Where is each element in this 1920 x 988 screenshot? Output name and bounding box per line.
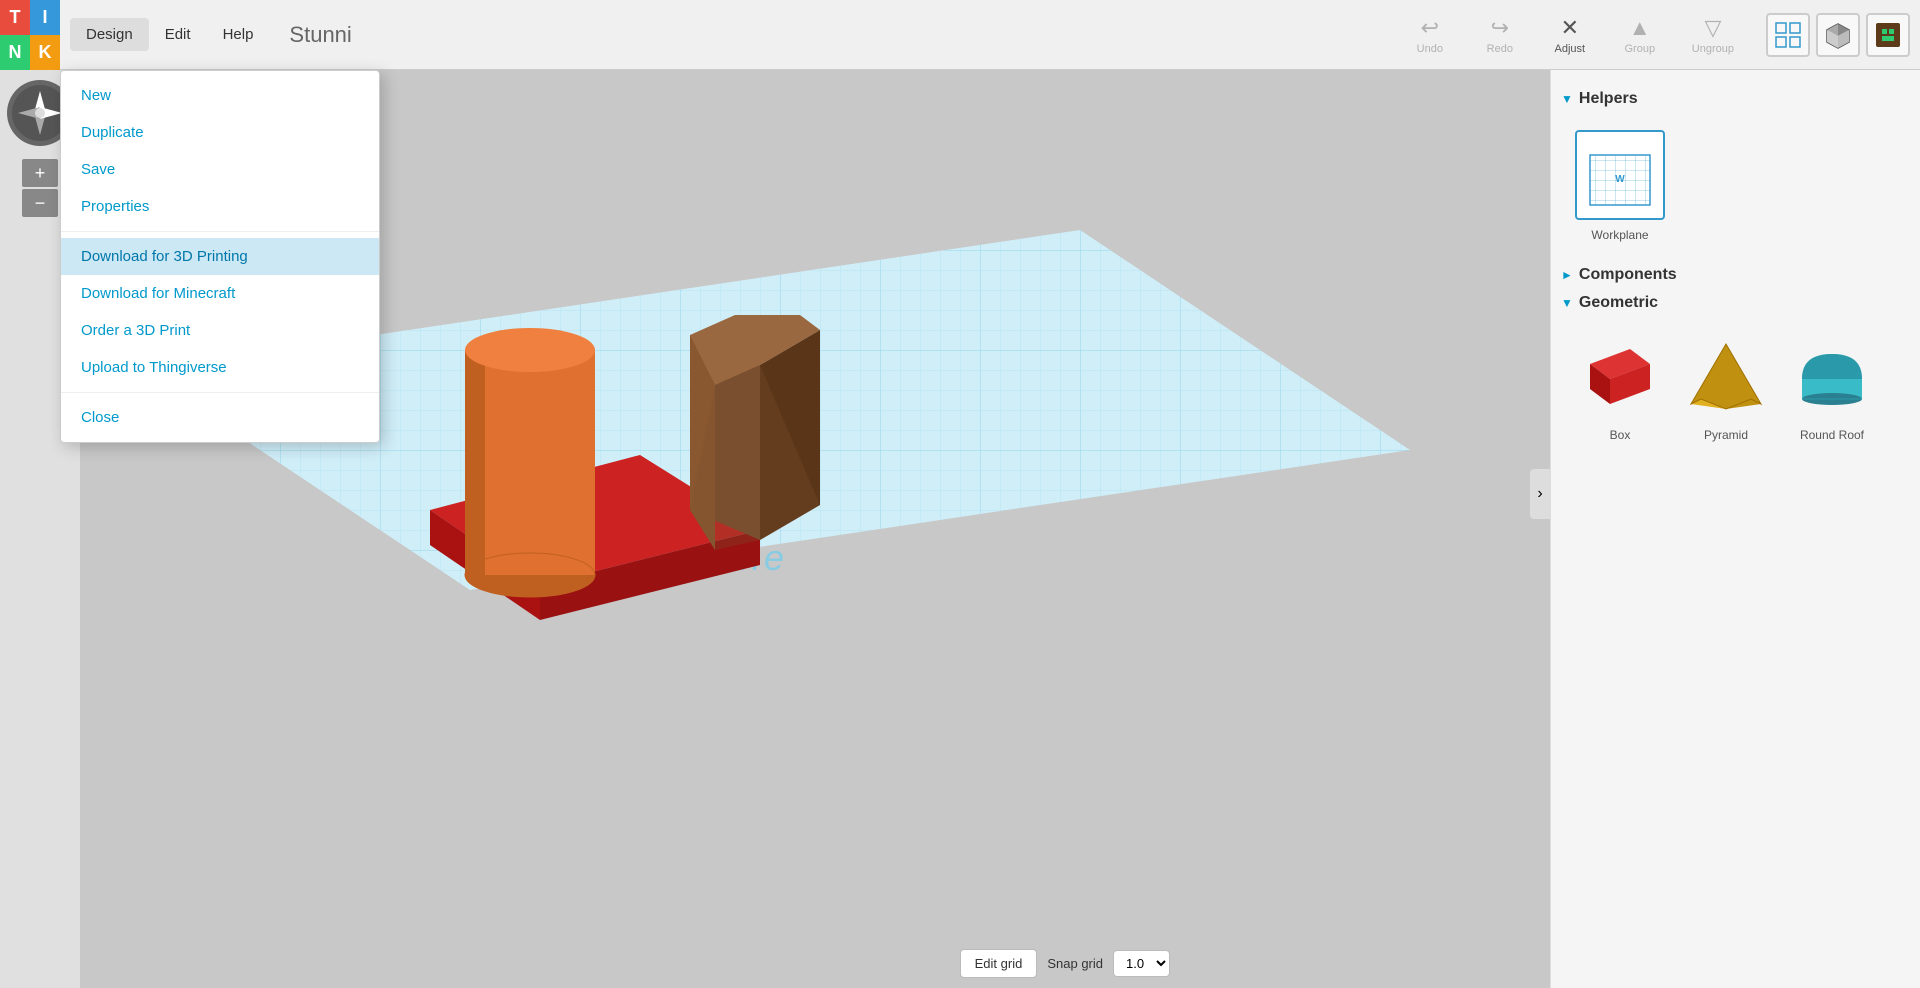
chevron-right-icon: › [1537,485,1542,503]
edit-grid-button[interactable]: Edit grid [960,949,1038,978]
ungroup-button[interactable]: ▽ Ungroup [1680,11,1746,59]
menubar: Design Edit Help [60,0,279,70]
menu-option-download3d[interactable]: Download for 3D Printing [61,238,379,275]
helpers-section-header[interactable]: ▼ Helpers [1561,90,1910,108]
menu-option-order[interactable]: Order a 3D Print [61,312,379,349]
menu-option-downloadmc[interactable]: Download for Minecraft [61,275,379,312]
snap-grid-select[interactable]: 1.0 0.5 2.0 [1113,950,1170,977]
menu-option-upload[interactable]: Upload to Thingiverse [61,349,379,386]
menu-option-save[interactable]: Save [61,151,379,188]
group-label: Group [1625,43,1656,55]
zoom-out-button[interactable]: − [22,189,58,217]
design-menu: New Duplicate Save Properties Download f… [60,70,380,443]
bottom-controls: Edit grid Snap grid 1.0 0.5 2.0 [960,949,1170,978]
project-title: Stunni [279,22,1399,48]
undo-icon: ↩ [1421,15,1439,41]
menu-option-close[interactable]: Close [61,399,379,436]
svg-text:▲: ▲ [36,96,44,105]
redo-label: Redo [1487,43,1513,55]
components-arrow-icon: ► [1561,268,1573,282]
shape-item-round-roof[interactable]: Round Roof [1787,334,1877,442]
components-section-header[interactable]: ► Components [1561,266,1910,284]
shape-item-box[interactable]: Box [1575,334,1665,442]
adjust-icon: ✕ [1561,15,1579,41]
helpers-title: Helpers [1579,90,1638,108]
redo-button[interactable]: ↪ Redo [1470,11,1530,59]
grid-view-icon[interactable] [1766,13,1810,57]
ungroup-icon: ▽ [1704,15,1721,41]
undo-button[interactable]: ↩ Undo [1400,11,1460,59]
adjust-button[interactable]: ✕ Adjust [1540,11,1600,59]
logo-k: K [30,35,60,70]
redo-icon: ↪ [1491,15,1509,41]
menu-help[interactable]: Help [207,18,270,51]
group-button[interactable]: ▲ Group [1610,11,1670,59]
panel-collapse-button[interactable]: › [1530,469,1550,519]
minecraft-view-icon[interactable] [1866,13,1910,57]
svg-text:W: W [1615,174,1625,185]
zoom-controls: + − [21,158,59,218]
menu-group-2: Download for 3D Printing Download for Mi… [61,232,379,393]
helpers-grid: W Workplane [1561,116,1910,256]
round-roof-label: Round Roof [1800,428,1864,442]
undo-label: Undo [1417,43,1443,55]
pyramid-label: Pyramid [1704,428,1748,442]
geometric-title: Geometric [1579,294,1658,312]
menu-group-3: Close [61,393,379,442]
group-icon: ▲ [1629,15,1651,41]
logo: T I N K E R C A D [0,0,60,70]
logo-i: I [30,0,60,35]
ungroup-label: Ungroup [1692,43,1734,55]
box-label: Box [1610,428,1631,442]
helpers-arrow-icon: ▼ [1561,92,1573,106]
components-title: Components [1579,266,1677,284]
view-icons [1766,13,1920,57]
toolbar: T I N K E R C A D Design Edit Help Stunn… [0,0,1920,70]
shapes-grid: Box Pyramid Round Roof [1561,320,1910,456]
toolbar-right: ↩ Undo ↪ Redo ✕ Adjust ▲ Group ▽ Ungroup [1400,11,1766,59]
shape-item-pyramid[interactable]: Pyramid [1681,334,1771,442]
geometric-arrow-icon: ▼ [1561,296,1573,310]
adjust-label: Adjust [1555,43,1586,55]
3d-view-icon[interactable] [1816,13,1860,57]
menu-option-duplicate[interactable]: Duplicate [61,114,379,151]
menu-option-new[interactable]: New [61,77,379,114]
logo-t: T [0,0,30,35]
menu-design[interactable]: Design [70,18,149,51]
menu-edit[interactable]: Edit [149,18,207,51]
logo-n: N [0,35,30,70]
menu-group-1: New Duplicate Save Properties [61,71,379,232]
workplane-label: Workplane [1591,228,1648,242]
menu-option-properties[interactable]: Properties [61,188,379,225]
zoom-in-button[interactable]: + [22,159,58,187]
workplane-item[interactable]: W Workplane [1575,130,1665,242]
snap-grid-label: Snap grid [1047,956,1103,971]
geometric-section-header[interactable]: ▼ Geometric [1561,294,1910,312]
right-panel: ▼ Helpers W Workplane ► Components [1550,70,1920,988]
workplane-card: W [1575,130,1665,220]
